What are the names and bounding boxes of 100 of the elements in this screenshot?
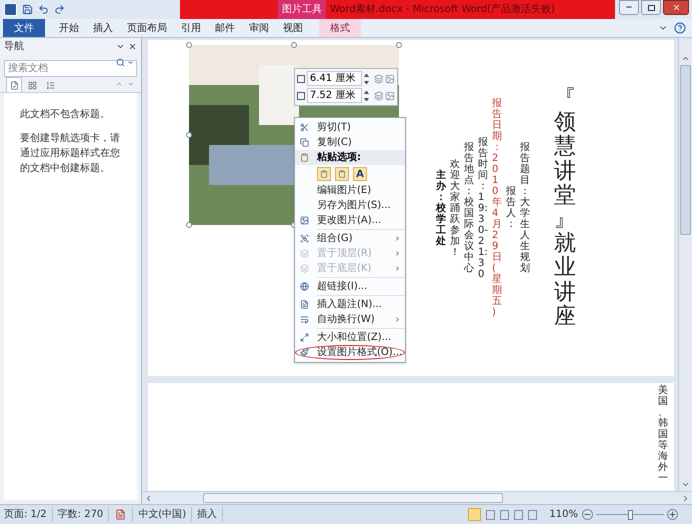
vertical-text: 『领慧讲堂』就业讲座 [554, 87, 576, 329]
menu-item[interactable]: 编辑图片(E) [295, 183, 405, 198]
copy-icon [300, 138, 309, 147]
globe-icon [300, 282, 309, 291]
menu-item[interactable]: 复制(C) [295, 135, 405, 150]
paste-option-button[interactable] [317, 167, 331, 181]
proofing-icon[interactable] [115, 509, 126, 520]
scrollbar-thumb[interactable] [680, 65, 691, 235]
selection-handle[interactable] [186, 42, 192, 48]
context-tab-group: 图片工具 [278, 0, 326, 19]
maximize-button[interactable] [641, 0, 661, 15]
maximize-icon [648, 4, 654, 10]
vertical-text: 报告人： [506, 186, 516, 230]
picture-icon [300, 216, 309, 225]
ribbon-tab[interactable]: 页面布局 [121, 19, 173, 37]
vertical-text: 报告日期：2010年4月29日(星期五) [492, 98, 502, 318]
grid-icon [28, 80, 36, 90]
document-icon [10, 80, 18, 90]
brush-icon [300, 348, 309, 357]
scroll-left-icon[interactable] [144, 494, 153, 502]
menu-item[interactable]: 组合(G) [295, 231, 405, 246]
zoom-level[interactable]: 110% [549, 507, 578, 522]
vertical-text: 主办：校学工处 [436, 170, 446, 246]
vertical-text: 美国、韩国等海外一 [658, 385, 668, 484]
selection-handle[interactable] [186, 132, 192, 138]
ribbon-tab[interactable]: 开始 [53, 19, 85, 37]
pane-message: 此文档不包含标题。 [20, 108, 111, 122]
scrollbar-thumb[interactable] [203, 493, 503, 503]
resize-icon [300, 333, 309, 342]
selection-handle[interactable] [291, 42, 297, 48]
slider-thumb[interactable] [628, 510, 633, 520]
help-icon[interactable] [674, 22, 686, 34]
ribbon-tab[interactable]: 审阅 [243, 19, 275, 37]
view-tab[interactable] [6, 77, 22, 92]
page-count[interactable]: 页面: 1/2 [4, 507, 53, 522]
search-icon[interactable] [116, 58, 125, 67]
previous-icon[interactable] [115, 80, 123, 88]
window-title: Word素材.docx - Microsoft Word(产品激活失败) [330, 2, 555, 17]
vertical-scrollbar[interactable] [678, 38, 692, 491]
menu-item[interactable]: 大小和位置(Z)... [295, 330, 405, 345]
selection-handle[interactable] [186, 222, 192, 228]
scroll-down-icon[interactable] [681, 480, 690, 489]
word-logo-icon [4, 3, 17, 16]
close-icon [672, 3, 680, 12]
zoom-in-icon[interactable] [667, 509, 678, 520]
insert-mode[interactable]: 插入 [192, 507, 224, 522]
menu-item[interactable]: 更改图片(A)... [295, 213, 405, 228]
ribbon-tab[interactable]: 插入 [87, 19, 119, 37]
menu-item[interactable]: 超链接(I)... [295, 279, 405, 294]
ribbon-tab[interactable]: 视图 [277, 19, 309, 37]
menu-item[interactable]: 自动换行(W) [295, 312, 405, 327]
picture-icon[interactable] [385, 74, 395, 84]
horizontal-scrollbar[interactable] [142, 491, 692, 504]
vertical-text: 报告题目：大学生人生规划 [520, 142, 530, 274]
layers-icon [300, 264, 309, 273]
menu-item[interactable]: 设置图片格式(O)... [295, 345, 405, 360]
close-button[interactable] [663, 0, 689, 15]
picture-icon[interactable] [385, 90, 395, 100]
next-icon[interactable] [127, 80, 135, 88]
vertical-text: 欢迎大家踊跃参加！ [450, 158, 460, 258]
list-icon [46, 80, 54, 90]
ribbon-tab[interactable]: 邮件 [209, 19, 241, 37]
save-icon[interactable] [22, 4, 33, 15]
scroll-right-icon[interactable] [681, 494, 690, 502]
paste-option-button[interactable] [335, 167, 349, 181]
undo-icon[interactable] [38, 4, 49, 15]
scroll-up-icon[interactable] [681, 54, 690, 63]
clipboard-icon [300, 153, 309, 162]
menu-item[interactable]: 另存为图片(S)... [295, 198, 405, 213]
selection-handle[interactable] [396, 42, 402, 48]
redo-icon[interactable] [54, 4, 65, 15]
word-count[interactable]: 字数: 270 [52, 507, 110, 522]
height-icon [297, 74, 305, 82]
ribbon-tab[interactable]: 格式 [319, 19, 361, 37]
vertical-text: 报告地点：校国际会议中心 [464, 142, 474, 274]
dropdown-icon[interactable] [127, 59, 134, 66]
layers-icon[interactable] [374, 74, 384, 84]
text-wrap-icon [300, 315, 309, 324]
layers-icon[interactable] [374, 90, 384, 100]
ribbon-tab[interactable]: 文件 [3, 19, 45, 37]
ribbon-tab[interactable]: 引用 [175, 19, 207, 37]
menu-item[interactable]: 插入题注(N)... [295, 297, 405, 312]
search-field[interactable]: 搜索文档 [4, 60, 137, 77]
group-icon [300, 234, 309, 243]
language[interactable]: 中文(中国) [132, 507, 192, 522]
clipboard-icon [338, 170, 346, 178]
caption-icon [300, 300, 309, 309]
size-field[interactable]: 6.41 厘米 [306, 71, 362, 86]
spinner-icon[interactable] [364, 74, 368, 84]
zoom-out-icon[interactable] [582, 509, 593, 520]
menu-item[interactable]: 剪切(T) [295, 120, 405, 135]
zoom-slider[interactable] [596, 509, 664, 520]
scissors-icon [300, 123, 309, 132]
pane-title: 导航 [4, 40, 24, 54]
layers-icon [300, 249, 309, 258]
size-field[interactable]: 7.52 厘米 [306, 88, 362, 103]
spinner-icon[interactable] [364, 90, 368, 100]
close-icon[interactable] [128, 42, 137, 50]
menu-header: 粘贴选项: [317, 150, 361, 165]
paste-option[interactable]: A [353, 167, 367, 181]
